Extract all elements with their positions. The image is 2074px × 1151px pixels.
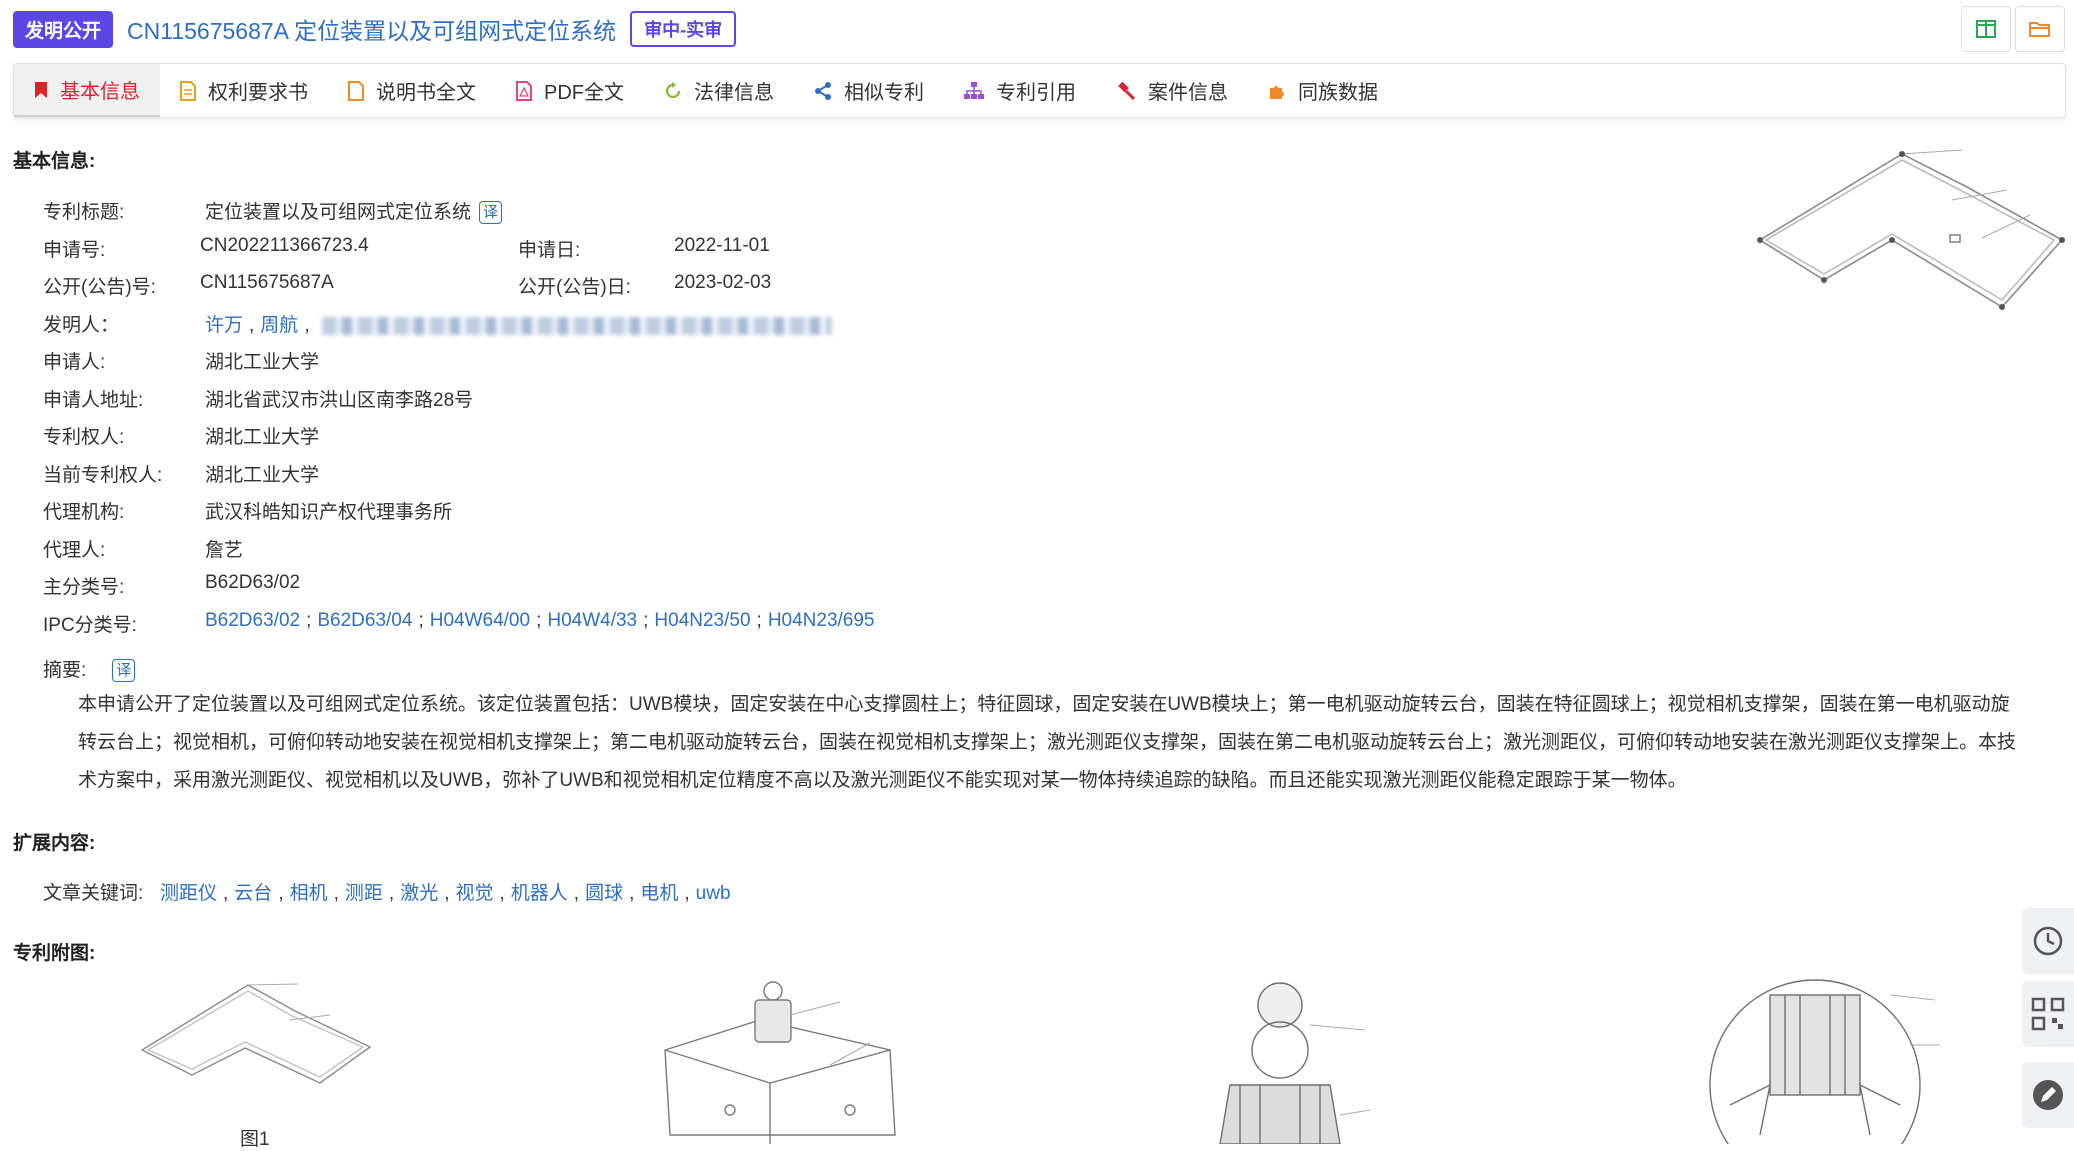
ipc-link[interactable]: H04W4/33 [547,610,637,631]
title-value: 定位装置以及可组网式定位系统译 [205,197,503,225]
current-patentee-label: 当前专利权人: [43,465,163,486]
keyword-link[interactable]: 圆球 [585,883,623,904]
clock-icon [2033,926,2063,956]
folder-icon [2029,22,2050,37]
tab-case-info[interactable]: 案件信息 [1096,64,1248,117]
share-icon [815,81,831,100]
feedback-side-button[interactable] [2022,1062,2074,1128]
patentee-label: 专利权人: [43,427,125,448]
ipc-link[interactable]: B62D63/04 [317,610,412,631]
tab-claims[interactable]: 权利要求书 [160,64,328,117]
app-no-value: CN202211366723.4 [200,235,369,256]
qr-code-side-button[interactable] [2022,981,2074,1047]
main-drawing-thumbnail[interactable] [1752,140,2068,320]
gavel-icon [1118,81,1136,100]
pub-no-value: CN115675687A [200,272,334,293]
ipc-link[interactable]: B62D63/02 [205,610,300,631]
keyword-link[interactable]: uwb [696,883,731,904]
tab-description[interactable]: 说明书全文 [328,64,496,117]
tab-bar: 基本信息 权利要求书 说明书全文 PDF全文 法律信息 相似专利 专利引用 案件… [13,63,2066,118]
keyword-link[interactable]: 视觉 [455,883,493,904]
address-value: 湖北省武汉市洪山区南李路28号 [205,390,474,411]
tab-family[interactable]: 同族数据 [1248,64,1398,117]
keyword-link[interactable]: 激光 [400,883,438,904]
split-view-button[interactable] [1961,6,2011,52]
keyword-link[interactable]: 云台 [234,883,272,904]
keyword-link[interactable]: 相机 [290,883,328,904]
figure-3-thumbnail[interactable] [1190,975,1450,1144]
figure-4-thumbnail[interactable] [1700,975,1960,1144]
pub-date-label: 公开(公告)日: [518,277,631,298]
inventor-list: 许万, 周航, [205,310,832,337]
app-no-label: 申请号: [43,240,106,261]
inventor-label: 发明人： [43,315,120,336]
figure-1-thumbnail[interactable] [130,975,380,1085]
pub-no-label: 公开(公告)号: [43,277,156,298]
keyword-link[interactable]: 测距 [345,883,383,904]
keywords-list: 测距仪, 云台, 相机, 测距, 激光, 视觉, 机器人, 圆球, 电机, uwb [160,883,731,904]
hierarchy-icon [964,81,984,99]
edit-icon [2033,1080,2063,1110]
agency-label: 代理机构: [43,502,125,523]
keywords-label: 文章关键词: [43,883,144,904]
columns-icon [1976,20,1996,38]
tab-similar[interactable]: 相似专利 [794,64,944,117]
main-class-link[interactable]: B62D63/02 [205,572,300,594]
refresh-icon [665,81,681,98]
keyword-link[interactable]: 机器人 [511,883,568,904]
abstract-text: 本申请公开了定位装置以及可组网式定位系统。该定位装置包括：UWB模块，固定安装在… [78,694,2017,791]
ipc-list: B62D63/02; B62D63/04; H04W64/00; H04W4/33; H… [205,610,875,631]
tab-citations[interactable]: 专利引用 [944,64,1096,117]
blurred-inventors [321,316,832,335]
address-label: 申请人地址: [43,390,144,411]
applicant-link[interactable]: 湖北工业大学 [205,347,319,374]
agency-link[interactable]: 武汉科皓知识产权代理事务所 [205,497,452,524]
applicant-label: 申请人: [43,352,106,373]
qr-code-icon [2031,997,2065,1031]
agent-label: 代理人: [43,540,106,561]
app-date-value: 2022-11-01 [674,235,770,256]
pdf-icon [516,80,532,101]
pub-date-value: 2023-02-03 [674,272,772,293]
patent-type-badge: 发明公开 [13,10,114,48]
puzzle-icon [1270,85,1284,99]
inventor-link[interactable]: 周航 [260,315,298,336]
document-icon [180,80,196,101]
inventor-link[interactable]: 许万 [205,315,243,336]
main-class-label: 主分类号: [43,577,125,598]
figures-heading: 专利附图: [13,943,96,964]
status-badge: 审中-实审 [630,11,737,47]
tab-legal[interactable]: 法律信息 [644,64,794,117]
history-side-button[interactable] [2022,908,2074,974]
patent-title-link[interactable]: CN115675687A 定位装置以及可组网式定位系统 [127,12,616,46]
tab-basic-info[interactable]: 基本信息 [14,64,160,117]
agent-value: 詹艺 [205,540,244,561]
figure-1-caption: 图1 [240,1129,270,1150]
ipc-label: IPC分类号: [43,615,137,636]
title-label: 专利标题: [43,202,125,223]
current-patentee-value: 湖北工业大学 [205,465,320,486]
file-icon [348,80,364,101]
ipc-link[interactable]: H04W64/00 [430,610,530,631]
open-folder-button[interactable] [2015,6,2065,52]
tab-pdf[interactable]: PDF全文 [496,64,644,117]
abstract-label: 摘要: 译 [43,655,136,683]
translate-abstract-button[interactable]: 译 [112,659,136,683]
bookmark-icon [35,81,47,98]
figure-2-thumbnail[interactable] [650,975,910,1144]
patent-header: 发明公开 CN115675687A 定位装置以及可组网式定位系统 审中-实审 [13,10,737,48]
ipc-link[interactable]: H04N23/50 [654,610,750,631]
patentee-value: 湖北工业大学 [205,427,320,448]
extended-heading: 扩展内容: [13,833,96,854]
keyword-link[interactable]: 电机 [640,883,678,904]
keyword-link[interactable]: 测距仪 [160,883,217,904]
app-date-label: 申请日: [518,240,581,261]
translate-title-button[interactable]: 译 [479,201,503,225]
ipc-link[interactable]: H04N23/695 [768,610,875,631]
basic-info-heading: 基本信息: [13,151,96,172]
